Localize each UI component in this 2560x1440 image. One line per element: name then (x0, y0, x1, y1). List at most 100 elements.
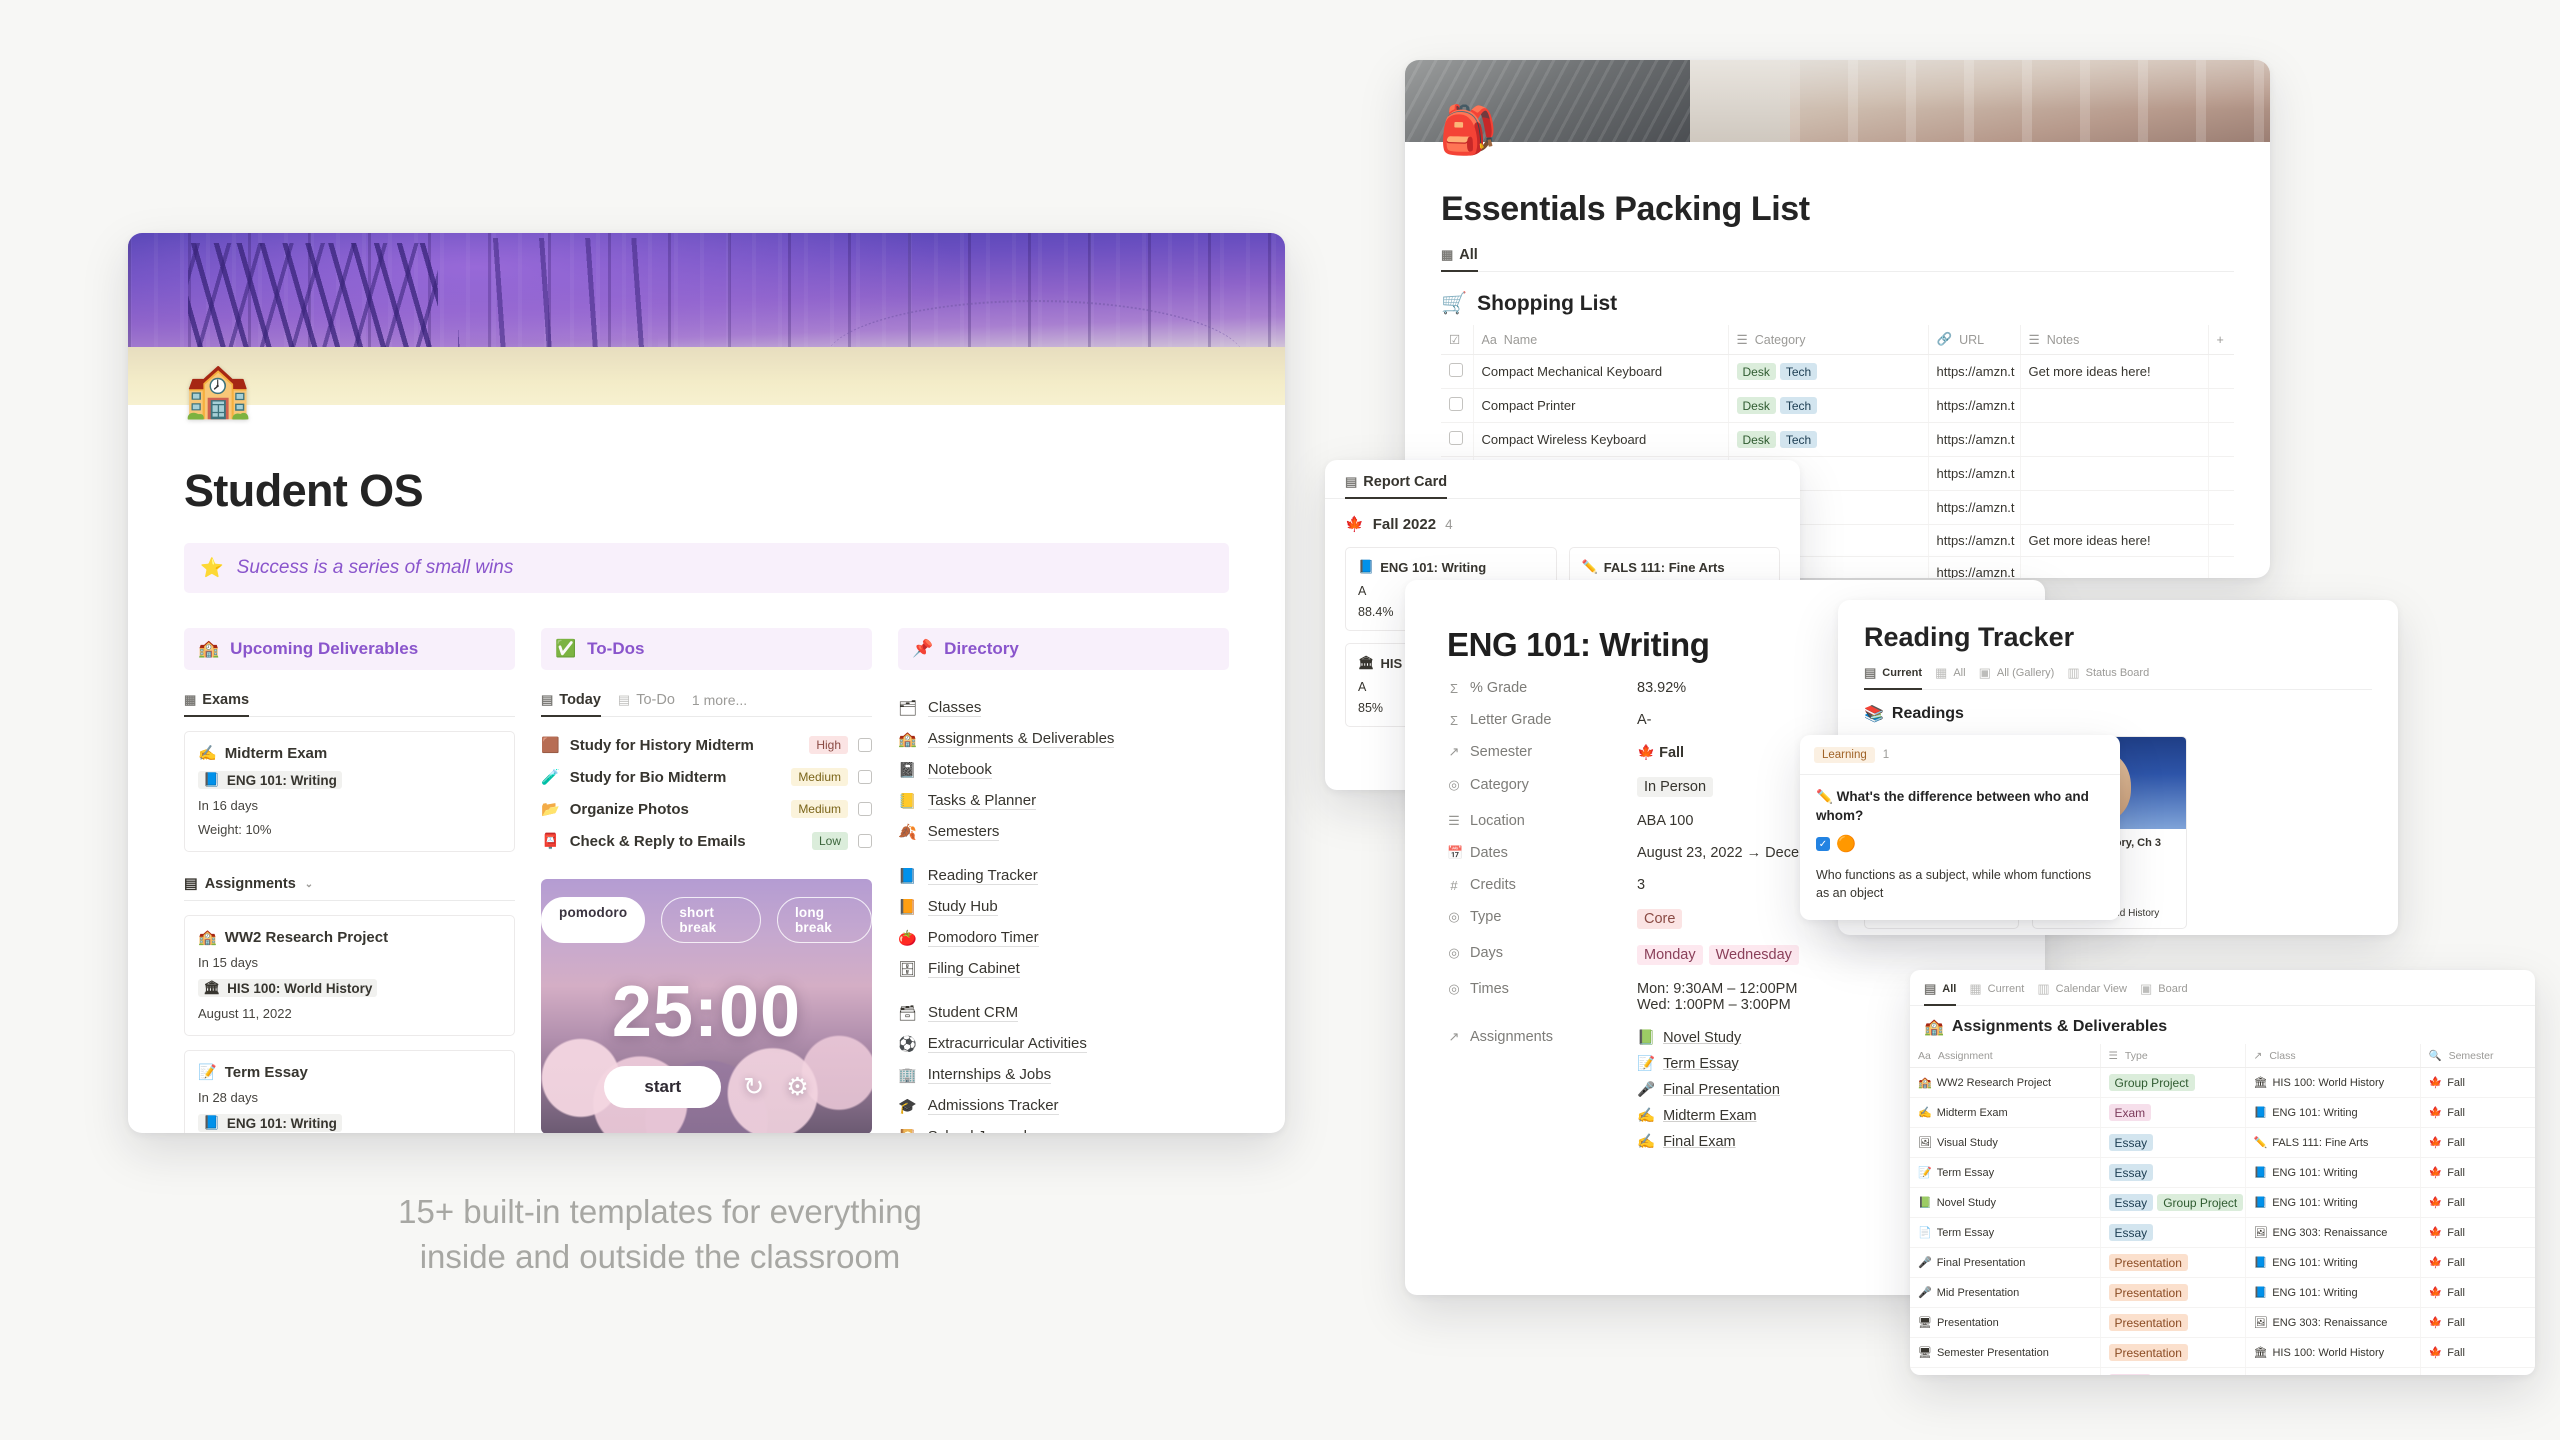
table-row[interactable]: ✍️ Midterm Exam Exam 📘 ENG 101: Writing 🍁 F… (1910, 1097, 2535, 1128)
assignment-card-class[interactable]: 🏛 HIS 100: World History (198, 979, 378, 997)
table-row[interactable]: 🏫 WW2 Research Project Group Project 🏛 HIS… (1910, 1067, 2535, 1098)
directory-link[interactable]: 🗃 Student CRM (898, 997, 1229, 1028)
table-row[interactable]: 🎤 Mid Presentation Presentation 📘 ENG 101:… (1910, 1277, 2535, 1308)
col-assignment[interactable]: Aa Assignment (1910, 1044, 2101, 1068)
assignment-card[interactable]: 🏫 WW2 Research Project In 15 days 🏛 HIS … (184, 915, 515, 1036)
row-url[interactable]: https://amzn.t (1928, 422, 2021, 457)
row-url[interactable]: https://amzn.t (1928, 524, 2021, 557)
pomodoro-mode-tabs: pomodoro short break long break (541, 897, 872, 943)
flashcard-checkbox-row[interactable]: ✓ 🟠 (1800, 825, 2120, 854)
page-emoji-icon[interactable]: 🏫 (184, 363, 251, 417)
tab-report-card[interactable]: ▤ Report Card (1345, 474, 1448, 499)
exam-card-class[interactable]: 📘 ENG 101: Writing (198, 771, 342, 789)
table-row[interactable]: Compact Printer Desk Tech https://amzn.t (1441, 388, 2234, 423)
directory-link[interactable]: 🗂 Classes (898, 692, 1229, 723)
type-chip: Core (1637, 909, 1683, 929)
related-assignment[interactable]: ✍️ Final Exam (1637, 1133, 1780, 1151)
tab-exams[interactable]: ▦ Exams (184, 692, 250, 717)
property-row-days[interactable]: ◎ Days Monday Wednesday (1447, 945, 2003, 965)
related-assignment[interactable]: ✍️ Midterm Exam (1637, 1107, 1780, 1125)
directory-link[interactable]: 📔 School Journal (898, 1121, 1229, 1134)
semester-name: Fall (2447, 1107, 2465, 1119)
todo-checkbox[interactable] (858, 802, 872, 816)
tab-all[interactable]: ▤ All (1924, 981, 1957, 1006)
tab-calendar-view[interactable]: ▥ Calendar View (2037, 981, 2127, 1005)
directory-link[interactable]: 📓 Notebook (898, 754, 1229, 785)
table-row[interactable]: 🖥 Presentation Presentation 🖼 ENG 303: Ren… (1910, 1307, 2535, 1338)
col-checkbox[interactable]: ☑ (1441, 325, 1474, 355)
table-row[interactable]: 🖼 Visual Study Essay ✏️ FALS 111: Fine Art… (1910, 1127, 2535, 1158)
directory-link[interactable]: ⚽ Extracurricular Activities (898, 1028, 1229, 1059)
tab-more[interactable]: 1 more... (692, 692, 747, 716)
table-row[interactable]: 📗 Novel Study Essay Group Project 📘 ENG 101… (1910, 1187, 2535, 1218)
table-row[interactable]: 🖥 Semester Presentation Presentation 🏛 HIS… (1910, 1337, 2535, 1368)
row-url[interactable]: https://amzn.t (1928, 354, 2021, 389)
col-notes[interactable]: ☰ Notes (2020, 325, 2209, 355)
related-assignment[interactable]: 📗 Novel Study (1637, 1029, 1780, 1047)
table-row[interactable]: 📝 Term Essay Essay 📘 ENG 101: Writing 🍁 Fal… (1910, 1157, 2535, 1188)
todo-checkbox[interactable] (858, 834, 872, 848)
assignments-subsection-header[interactable]: ▤ Assignments ⌄ (184, 876, 515, 901)
directory-link[interactable]: 📘 Reading Tracker (898, 860, 1229, 891)
tab-all[interactable]: ▦ All (1441, 247, 1478, 272)
table-row[interactable]: Compact Mechanical Keyboard Desk Tech htt… (1441, 354, 2234, 389)
tab-today[interactable]: ▤ Today (541, 692, 601, 717)
tab-current-label: Current (1987, 983, 2025, 995)
row-url[interactable]: https://amzn.t (1928, 490, 2021, 525)
start-button[interactable]: start (604, 1066, 722, 1108)
row-url[interactable]: https://amzn.t (1928, 456, 2021, 491)
todo-item[interactable]: 📮 Check & Reply to Emails Low (541, 825, 872, 857)
directory-link[interactable]: 🎓 Admissions Tracker (898, 1090, 1229, 1121)
assignment-card[interactable]: 📝 Term Essay In 28 days 📘 ENG 101: Writi… (184, 1050, 515, 1133)
tab-status-board[interactable]: ▥ Status Board (2067, 665, 2149, 689)
directory-link[interactable]: 🍅 Pomodoro Timer (898, 922, 1229, 953)
table-row[interactable]: ✍️Final Exam Exam 📘ENG 101: Writing 🍁Fal… (1910, 1367, 2535, 1375)
todo-checkbox[interactable] (858, 738, 872, 752)
todo-item[interactable]: 🧪 Study for Bio Midterm Medium (541, 761, 872, 793)
short-break-tab[interactable]: short break (661, 897, 761, 943)
col-semester[interactable]: 🔍 Semester (2420, 1044, 2535, 1068)
col-url[interactable]: 🔗 URL (1928, 325, 2021, 355)
exam-card[interactable]: ✍️ Midterm Exam 📘 ENG 101: Writing In 16… (184, 731, 515, 852)
directory-link[interactable]: 📙 Study Hub (898, 891, 1229, 922)
backpack-icon[interactable]: 🎒 (1439, 102, 1498, 158)
reset-icon[interactable]: ↻ (743, 1072, 764, 1102)
checkbox-checked-icon[interactable]: ✓ (1816, 837, 1830, 852)
todo-item[interactable]: 🟫 Study for History Midterm High (541, 729, 872, 761)
row-url[interactable]: https://amzn.t (1928, 556, 2021, 578)
tab-all[interactable]: ▦ All (1935, 665, 1966, 689)
directory-link[interactable]: 🗄 Filing Cabinet (898, 953, 1229, 984)
tab-board[interactable]: ▣ Board (2140, 981, 2188, 1005)
add-column-button[interactable]: + (2208, 325, 2234, 355)
table-row[interactable]: 📄 Term Essay Essay 🖼 ENG 303: Renaissance … (1910, 1217, 2535, 1248)
gear-icon[interactable]: ⚙ (786, 1072, 808, 1102)
directory-link[interactable]: 🏢 Internships & Jobs (898, 1059, 1229, 1090)
tab-todo[interactable]: ▤ To-Do (618, 692, 675, 716)
row-checkbox[interactable] (1441, 422, 1474, 457)
col-name[interactable]: Aa Name (1473, 325, 1729, 355)
col-category[interactable]: ☰ Category (1728, 325, 1929, 355)
directory-link[interactable]: 📒 Tasks & Planner (898, 785, 1229, 816)
table-row[interactable]: Compact Wireless Keyboard Desk Tech https… (1441, 422, 2234, 457)
tab-current[interactable]: ▦ Current (1969, 981, 2024, 1005)
assignment-card-class[interactable]: 📘 ENG 101: Writing (198, 1114, 342, 1132)
col-class[interactable]: ↗ Class (2245, 1044, 2421, 1068)
todo-checkbox[interactable] (858, 770, 872, 784)
related-assignment[interactable]: 📝 Term Essay (1637, 1055, 1780, 1073)
related-assignment[interactable]: 🎤 Final Presentation (1637, 1081, 1780, 1099)
row-checkbox[interactable] (1441, 388, 1474, 423)
tab-current[interactable]: ▤ Current (1864, 665, 1923, 690)
todo-item[interactable]: 📂 Organize Photos Medium (541, 793, 872, 825)
directory-link[interactable]: 🍂 Semesters (898, 816, 1229, 847)
directory-link[interactable]: 🏫 Assignments & Deliverables (898, 723, 1229, 754)
row-url[interactable]: https://amzn.t (1928, 388, 2021, 423)
long-break-tab[interactable]: long break (776, 897, 872, 943)
row-checkbox[interactable] (1441, 354, 1474, 389)
report-card-group-header[interactable]: 🍁 Fall 2022 4 (1325, 499, 1800, 534)
tab-all-gallery[interactable]: ▣ All (Gallery) (1979, 665, 2055, 689)
chevron-down-icon[interactable]: ⌄ (305, 879, 313, 890)
col-type[interactable]: ☰ Type (2100, 1044, 2246, 1068)
table-row[interactable]: 🎤 Final Presentation Presentation 📘 ENG 10… (1910, 1247, 2535, 1278)
pomodoro-tab[interactable]: pomodoro (541, 897, 646, 943)
shopping-list-label: Shopping List (1477, 292, 1618, 315)
